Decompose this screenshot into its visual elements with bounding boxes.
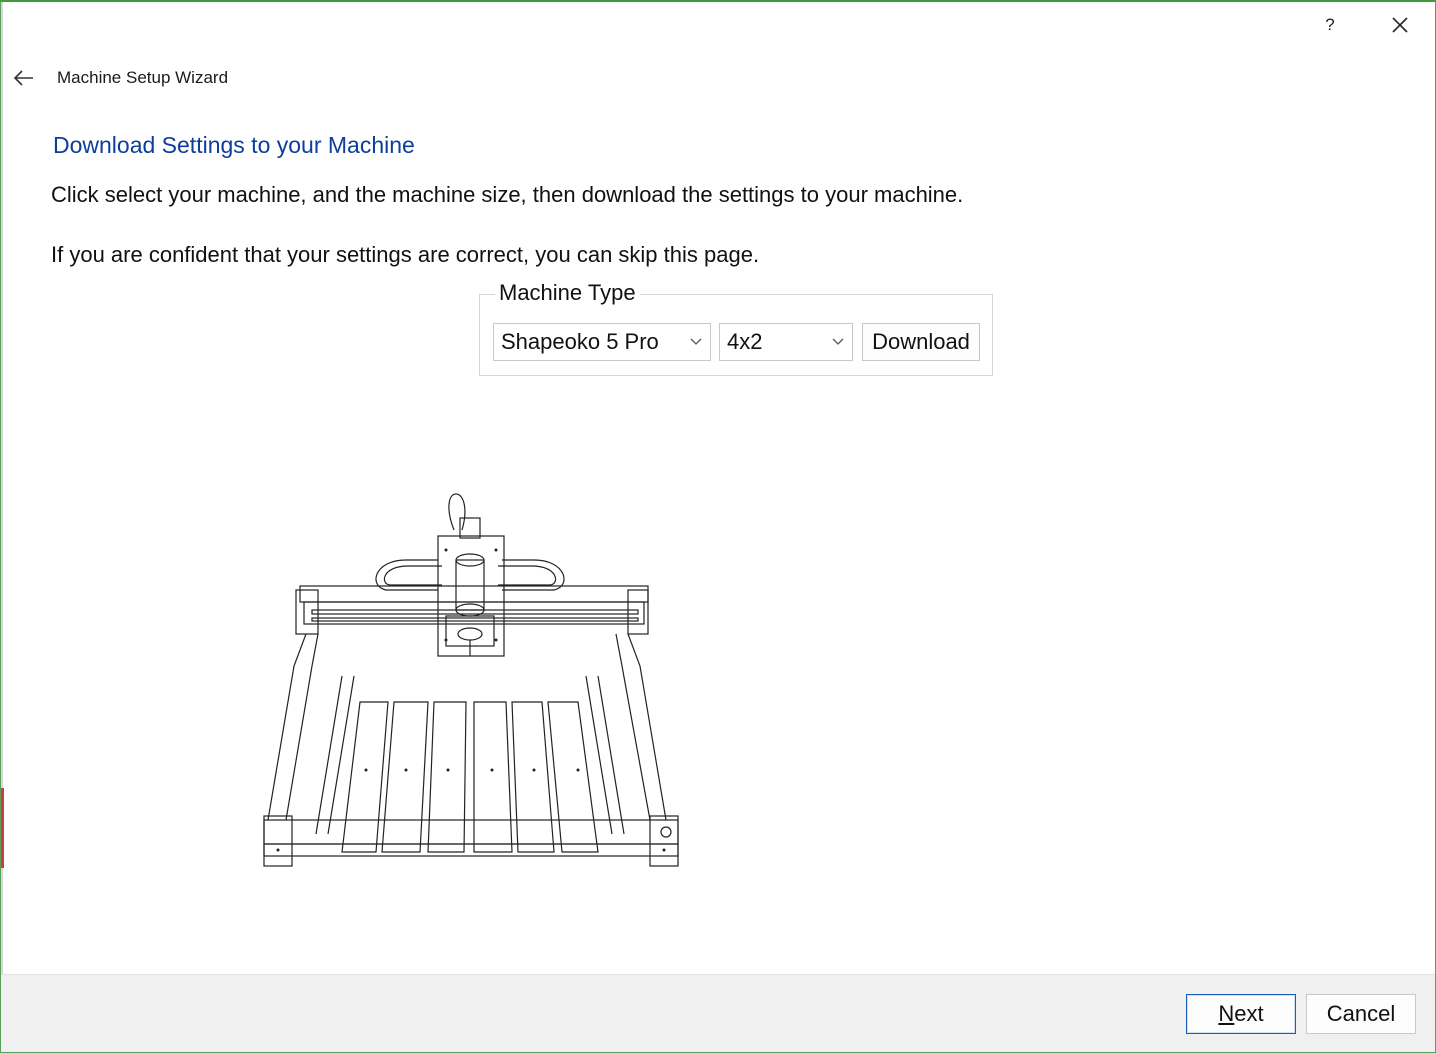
wizard-title: Machine Setup Wizard bbox=[57, 68, 229, 87]
cancel-button[interactable]: Cancel bbox=[1306, 994, 1416, 1034]
size-select[interactable]: 4x2 bbox=[719, 323, 853, 361]
close-button[interactable] bbox=[1383, 10, 1417, 40]
next-mnemonic: N bbox=[1218, 1001, 1235, 1026]
next-button[interactable]: Next bbox=[1186, 994, 1296, 1034]
machine-select[interactable]: Shapeoko 5 Pro bbox=[493, 323, 711, 361]
back-button[interactable] bbox=[9, 64, 39, 92]
wizard-footer: Next Cancel bbox=[1, 974, 1435, 1052]
chevron-down-icon bbox=[682, 338, 710, 346]
close-icon bbox=[1392, 17, 1408, 33]
background-app-strip bbox=[1, 788, 4, 868]
size-select-value: 4x2 bbox=[727, 329, 763, 354]
help-button[interactable]: ? bbox=[1313, 10, 1347, 40]
skip-note-text: If you are confident that your settings … bbox=[51, 242, 760, 267]
machine-type-label: Machine Type bbox=[495, 280, 640, 306]
chevron-down-icon bbox=[824, 338, 852, 346]
page-title: Download Settings to your Machine bbox=[53, 132, 415, 158]
arrow-left-icon bbox=[13, 70, 33, 86]
download-button[interactable]: Download bbox=[862, 323, 980, 361]
cnc-machine-illustration bbox=[263, 493, 679, 867]
instruction-text: Click select your machine, and the machi… bbox=[51, 182, 964, 207]
wizard-header: Machine Setup Wizard bbox=[1, 58, 1435, 98]
machine-select-value: Shapeoko 5 Pro bbox=[501, 329, 659, 354]
wizard-window: ? Machine Setup Wizard Download Settings… bbox=[0, 0, 1436, 1053]
next-label: ext bbox=[1234, 1001, 1264, 1026]
window-left-edge bbox=[1, 2, 3, 1052]
